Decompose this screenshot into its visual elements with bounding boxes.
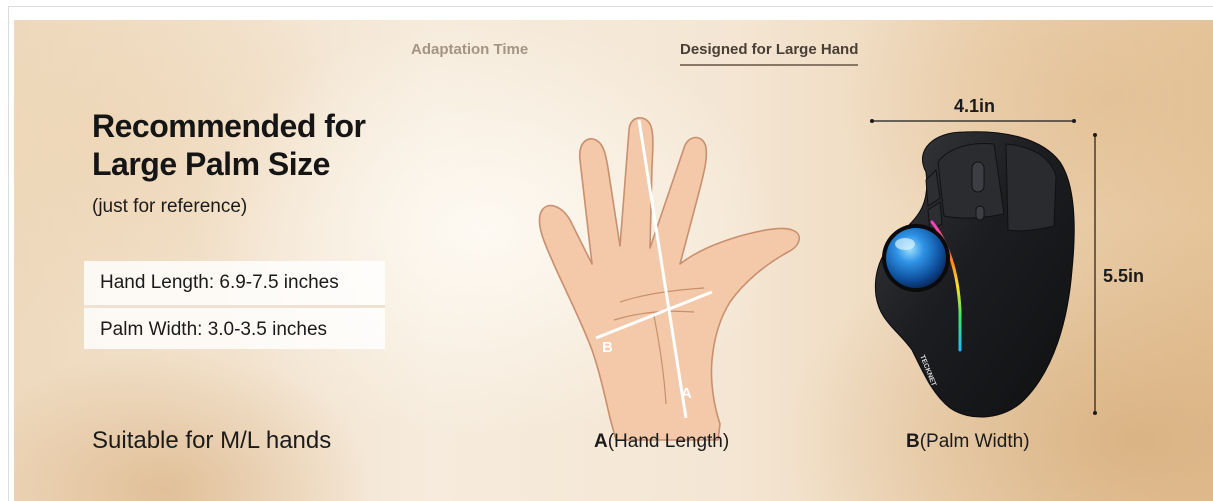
height-label: 5.5in xyxy=(1103,266,1145,286)
dpi-button xyxy=(975,205,985,221)
trackball-highlight xyxy=(895,238,915,250)
marker-a: A xyxy=(681,385,692,402)
hand-caption-text: (Hand Length) xyxy=(607,431,730,452)
height-endpoint-bottom xyxy=(1093,411,1097,415)
width-endpoint-left xyxy=(870,119,874,123)
width-label: 4.1in xyxy=(954,96,996,116)
trackball xyxy=(886,228,946,288)
height-endpoint-top xyxy=(1093,133,1097,137)
scroll-wheel xyxy=(971,161,985,193)
left-button xyxy=(937,143,1005,219)
marker-b: B xyxy=(602,339,613,356)
illustration: B A TECKNET xyxy=(538,117,1097,441)
product-banner: Adaptation Time Designed for Large Hand … xyxy=(14,20,1213,501)
mouse-caption-letter: B xyxy=(906,431,920,452)
trackball-mouse: TECKNET xyxy=(874,131,1075,418)
hand-caption: A(Hand Length) xyxy=(594,431,729,453)
hand-caption-letter: A xyxy=(594,431,608,452)
mouse-caption-text: (Palm Width) xyxy=(919,431,1030,452)
mouse-caption: B(Palm Width) xyxy=(906,431,1030,453)
hand-illustration: B A xyxy=(538,117,800,441)
hand-outline xyxy=(538,117,800,441)
width-endpoint-right xyxy=(1072,119,1076,123)
